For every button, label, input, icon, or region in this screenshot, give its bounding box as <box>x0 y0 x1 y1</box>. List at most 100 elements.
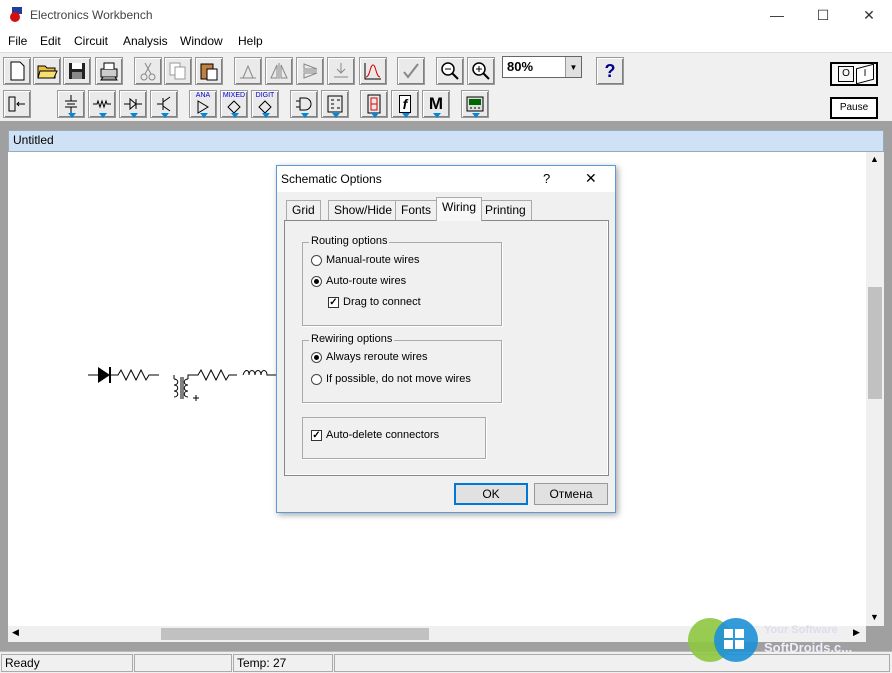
basic-bin-button[interactable] <box>88 90 116 118</box>
always-reroute-label: Always reroute wires <box>326 351 428 363</box>
document-title: Untitled <box>13 133 54 147</box>
rotate-icon <box>240 64 256 79</box>
rewiring-options-group: Rewiring options Always reroute wires If… <box>302 333 502 403</box>
watermark-line2: SoftDroids.c... <box>764 640 853 655</box>
seven-segment-icon <box>367 94 381 114</box>
auto-route-label: Auto-route wires <box>326 275 407 287</box>
controls-bin-button[interactable]: f <box>391 90 419 118</box>
title-bar: Electronics Workbench — ☐ ✕ <box>0 0 892 30</box>
document-title-bar <box>8 130 884 152</box>
close-button[interactable]: ✕ <box>846 0 892 30</box>
menu-circuit[interactable]: Circuit <box>74 34 108 48</box>
scroll-up-icon[interactable]: ▲ <box>870 154 879 164</box>
transistor-icon <box>157 96 171 112</box>
new-file-button[interactable] <box>3 57 31 85</box>
app-icon <box>10 7 22 22</box>
transistors-bin-button[interactable] <box>150 90 178 118</box>
menu-help[interactable]: Help <box>238 34 263 48</box>
chevron-down-icon[interactable]: ▼ <box>565 57 581 77</box>
miscellaneous-bin-button[interactable]: M <box>422 90 450 118</box>
wand-icon <box>403 63 419 79</box>
graph-button[interactable] <box>359 57 387 85</box>
diode-symbol <box>98 367 110 383</box>
logic-gate-icon <box>296 97 312 111</box>
vertical-scrollbar[interactable]: ▲ ▼ <box>866 152 884 626</box>
zoom-in-icon <box>472 62 490 80</box>
zoom-out-icon <box>441 62 459 80</box>
minimize-button[interactable]: — <box>754 0 800 30</box>
power-switch[interactable]: O I <box>830 62 878 86</box>
ok-button[interactable]: OK <box>454 483 528 505</box>
component-properties-button[interactable] <box>397 57 425 85</box>
help-button[interactable]: ? <box>596 57 624 85</box>
misc-icon: M <box>428 94 444 113</box>
menu-file[interactable]: File <box>8 34 27 48</box>
create-subcircuit-button[interactable] <box>327 57 355 85</box>
vertical-scroll-thumb[interactable] <box>868 287 882 399</box>
analog-ics-bin-button[interactable]: ANA <box>189 90 217 118</box>
cut-button[interactable] <box>134 57 162 85</box>
print-button[interactable] <box>95 57 123 85</box>
save-button[interactable] <box>63 57 91 85</box>
do-not-move-radio[interactable]: If possible, do not move wires <box>311 373 471 385</box>
sources-icon <box>65 95 77 113</box>
mixed-label: MIXED <box>222 92 246 99</box>
tab-fonts[interactable]: Fonts <box>395 200 438 220</box>
auto-route-radio[interactable]: Auto-route wires <box>311 275 406 287</box>
digital-ics-bin-button[interactable]: DIGIT <box>251 90 279 118</box>
pause-button[interactable]: Pause <box>830 97 878 119</box>
temperature-status: Temp: 27 <box>233 654 333 672</box>
tab-grid[interactable]: Grid <box>286 200 321 220</box>
printer-icon <box>100 62 118 81</box>
flip-horizontal-button[interactable] <box>265 57 293 85</box>
logic-gates-bin-button[interactable] <box>290 90 318 118</box>
instruments-bin-button[interactable] <box>461 90 489 118</box>
power-on-label: I <box>856 63 874 85</box>
indicators-bin-button[interactable] <box>360 90 388 118</box>
drag-to-connect-checkbox[interactable]: ✓ Drag to connect <box>328 296 421 308</box>
floppy-disk-icon <box>69 63 85 79</box>
radio-indicator <box>311 275 322 287</box>
manual-route-radio[interactable]: Manual-route wires <box>311 254 420 266</box>
new-file-icon <box>10 61 25 81</box>
open-button[interactable] <box>33 57 61 85</box>
tab-printing[interactable]: Printing <box>479 200 532 220</box>
auto-delete-group: ✓ Auto-delete connectors <box>302 417 486 459</box>
menu-edit[interactable]: Edit <box>40 34 61 48</box>
circuit-schematic <box>88 367 282 401</box>
sources-bin-button[interactable] <box>57 90 85 118</box>
dialog-title: Schematic Options <box>281 172 382 186</box>
copy-icon <box>169 62 186 80</box>
digital-label: DIGIT <box>255 92 275 99</box>
zoom-out-button[interactable] <box>436 57 464 85</box>
tab-wiring[interactable]: Wiring <box>436 197 483 221</box>
digital-bin-button[interactable] <box>321 90 349 118</box>
clipboard-icon <box>200 63 218 81</box>
subcircuit-icon <box>334 63 348 78</box>
copy-button[interactable] <box>164 57 192 85</box>
mixed-ics-bin-button[interactable]: MIXED <box>220 90 248 118</box>
power-off-label: O <box>838 66 854 82</box>
diodes-bin-button[interactable] <box>119 90 147 118</box>
rotate-button[interactable] <box>234 57 262 85</box>
checkmark-icon: ✓ <box>311 429 322 441</box>
cancel-button[interactable]: Отмена <box>534 483 608 505</box>
status-text: Ready <box>1 654 133 672</box>
maximize-button[interactable]: ☐ <box>800 0 846 30</box>
dialog-help-button[interactable]: ? <box>543 171 550 186</box>
resistor-icon <box>93 99 111 109</box>
favorites-bin-button[interactable] <box>3 90 31 118</box>
horizontal-scroll-thumb[interactable] <box>161 628 429 640</box>
always-reroute-radio[interactable]: Always reroute wires <box>311 351 427 363</box>
menu-analysis[interactable]: Analysis <box>123 34 168 48</box>
dialog-close-button[interactable]: ✕ <box>585 170 597 187</box>
menu-window[interactable]: Window <box>180 34 223 48</box>
manual-route-label: Manual-route wires <box>326 254 420 266</box>
tab-show-hide[interactable]: Show/Hide <box>328 200 399 220</box>
zoom-in-button[interactable] <box>467 57 495 85</box>
flip-vertical-button[interactable] <box>296 57 324 85</box>
paste-button[interactable] <box>195 57 223 85</box>
scroll-left-icon[interactable]: ◀ <box>12 627 19 638</box>
auto-delete-checkbox[interactable]: ✓ Auto-delete connectors <box>311 429 439 441</box>
analog-label: ANA <box>195 92 211 99</box>
